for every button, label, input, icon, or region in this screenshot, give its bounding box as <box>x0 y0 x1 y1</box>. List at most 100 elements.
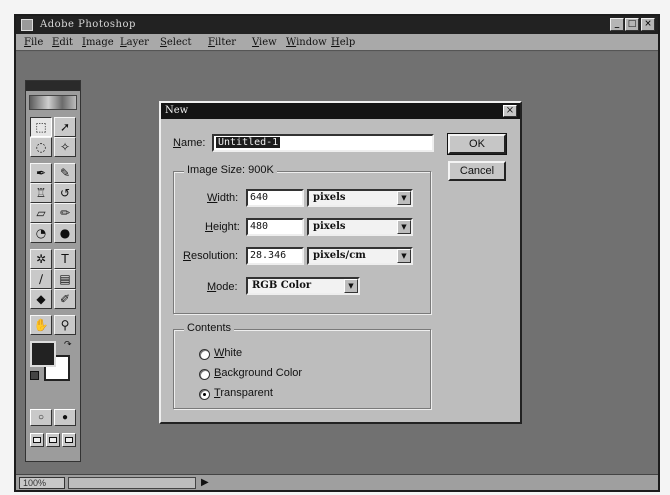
background-color-radio[interactable] <box>199 369 210 380</box>
rubber-stamp-tool-icon: ♖ <box>35 186 47 200</box>
height-unit-value: pixels <box>313 221 346 232</box>
paintbrush-tool-icon: ✎ <box>59 166 71 180</box>
menu-bar: File Edit Image Layer Select Filter View… <box>16 34 658 51</box>
move-tool-icon: ➚ <box>59 120 71 134</box>
menu-filter[interactable]: Filter <box>208 34 236 51</box>
menu-window[interactable]: Window <box>286 34 327 51</box>
gradient-tool-icon: ▤ <box>59 272 71 286</box>
photoshop-logo[interactable] <box>29 95 77 110</box>
line-tool-icon: ∕ <box>38 272 44 286</box>
airbrush-tool-icon: ✒ <box>35 166 47 180</box>
dodge-tool-button[interactable]: ● <box>54 223 76 243</box>
photoshop-window: Adobe Photoshop _ □ × File Edit Image La… <box>14 14 660 492</box>
hand-tool-button[interactable]: ✋ <box>30 315 52 335</box>
menu-layer[interactable]: Layer <box>120 34 149 51</box>
document-info-field <box>68 477 196 489</box>
name-field[interactable]: Untitled-1 <box>212 134 434 152</box>
toolbox-title-bar[interactable] <box>26 81 80 91</box>
width-unit-select[interactable]: pixels ▼ <box>307 189 413 207</box>
contents-label: Contents <box>184 322 235 334</box>
chevron-down-icon[interactable]: ▼ <box>397 220 411 234</box>
standard-screen-mode-button[interactable] <box>30 433 44 447</box>
standard-mode-icon: ○ <box>37 412 45 423</box>
blur-tool-button[interactable]: ◔ <box>30 223 52 243</box>
menu-view[interactable]: View <box>252 34 277 51</box>
paint-bucket-tool-button[interactable]: ◆ <box>30 289 52 309</box>
standard-mode-button[interactable]: ○ <box>30 409 52 426</box>
chevron-down-icon[interactable]: ▼ <box>397 249 411 263</box>
history-brush-tool-button[interactable]: ↺ <box>54 183 76 203</box>
pen-tool-icon: ✲ <box>35 252 47 266</box>
dialog-title-bar[interactable]: New × <box>161 103 520 119</box>
mode-value: RGB Color <box>252 280 312 291</box>
pencil-tool-button[interactable]: ✏ <box>54 203 76 223</box>
menu-select[interactable]: Select <box>160 34 192 51</box>
app-icon[interactable] <box>21 19 33 31</box>
cancel-button[interactable]: Cancel <box>448 161 506 181</box>
resolution-unit-select[interactable]: pixels/cm ▼ <box>307 247 413 265</box>
magic-wand-tool-icon: ✧ <box>59 140 71 154</box>
rubber-stamp-tool-button[interactable]: ♖ <box>30 183 52 203</box>
width-field[interactable]: 640 <box>246 189 304 207</box>
ok-button[interactable]: OK <box>447 133 507 155</box>
background-color-option-label[interactable]: Background Color <box>214 367 302 379</box>
transparent-option-label[interactable]: Transparent <box>214 387 273 399</box>
white-radio[interactable] <box>199 349 210 360</box>
eraser-tool-button[interactable]: ▱ <box>30 203 52 223</box>
foreground-color-swatch[interactable] <box>30 341 56 367</box>
lasso-tool-button[interactable]: ◌ <box>30 137 52 157</box>
zoom-tool-button[interactable]: ⚲ <box>54 315 76 335</box>
zoom-tool-icon: ⚲ <box>60 318 70 332</box>
menu-file[interactable]: File <box>24 34 43 51</box>
paintbrush-tool-button[interactable]: ✎ <box>54 163 76 183</box>
menu-image[interactable]: Image <box>82 34 114 51</box>
swap-colors-icon[interactable]: ↷ <box>64 339 72 350</box>
screen-mode-icon <box>33 437 41 443</box>
image-size-label: Image Size: 900K <box>184 164 277 176</box>
chevron-down-icon[interactable]: ▼ <box>397 191 411 205</box>
paint-bucket-tool-icon: ◆ <box>36 292 46 306</box>
transparent-radio[interactable] <box>199 389 210 400</box>
window-close-button[interactable]: × <box>641 18 655 31</box>
line-tool-button[interactable]: ∕ <box>30 269 52 289</box>
pen-tool-button[interactable]: ✲ <box>30 249 52 269</box>
height-field[interactable]: 480 <box>246 218 304 236</box>
close-icon[interactable]: × <box>503 105 517 117</box>
magic-wand-tool-button[interactable]: ✧ <box>54 137 76 157</box>
resolution-field[interactable]: 28.346 <box>246 247 304 265</box>
full-screen-menu-mode-button[interactable] <box>46 433 60 447</box>
width-label: Width: <box>207 192 239 204</box>
app-title: Adobe Photoshop <box>40 19 136 30</box>
type-tool-button[interactable]: T <box>54 249 76 269</box>
history-brush-tool-icon: ↺ <box>59 186 71 200</box>
menu-help[interactable]: Help <box>331 34 355 51</box>
white-option-label[interactable]: White <box>214 347 242 359</box>
default-colors-icon[interactable] <box>30 371 39 380</box>
marquee-tool-icon: ⬚ <box>35 120 47 134</box>
move-tool-button[interactable]: ➚ <box>54 117 76 137</box>
resolution-unit-value: pixels/cm <box>313 250 366 261</box>
maximize-button[interactable]: □ <box>625 18 639 31</box>
minimize-button[interactable]: _ <box>610 18 624 31</box>
name-value: Untitled-1 <box>216 137 281 148</box>
play-arrow-icon[interactable]: ▶ <box>201 477 209 489</box>
mode-select[interactable]: RGB Color ▼ <box>246 277 360 295</box>
screen-mode-icon <box>65 437 73 443</box>
height-unit-select[interactable]: pixels ▼ <box>307 218 413 236</box>
toolbox: ↷ ○ ● ⬚ ➚ ◌ ✧ ✒ ✎ ♖ ↺ ▱ ✏ ◔ ● ✲ T ∕ ▤ ◆ ✐ ✋ ⚲ <box>25 80 81 462</box>
menu-edit[interactable]: Edit <box>52 34 73 51</box>
marquee-tool-button[interactable]: ⬚ <box>30 117 52 137</box>
full-screen-mode-button[interactable] <box>62 433 76 447</box>
gradient-tool-button[interactable]: ▤ <box>54 269 76 289</box>
dialog-title: New <box>165 105 189 116</box>
quick-mask-icon: ● <box>61 412 69 423</box>
quick-mask-mode-button[interactable]: ● <box>54 409 76 426</box>
eraser-tool-icon: ▱ <box>36 206 46 220</box>
blur-tool-icon: ◔ <box>35 226 47 240</box>
width-unit-value: pixels <box>313 192 346 203</box>
workspace: ↷ ○ ● ⬚ ➚ ◌ ✧ ✒ ✎ ♖ ↺ ▱ ✏ ◔ ● ✲ T ∕ ▤ ◆ ✐ ✋ ⚲ New × Name: U… <box>16 52 658 474</box>
airbrush-tool-button[interactable]: ✒ <box>30 163 52 183</box>
chevron-down-icon[interactable]: ▼ <box>344 279 358 293</box>
zoom-level[interactable]: 100% <box>19 477 65 489</box>
eyedropper-tool-button[interactable]: ✐ <box>54 289 76 309</box>
